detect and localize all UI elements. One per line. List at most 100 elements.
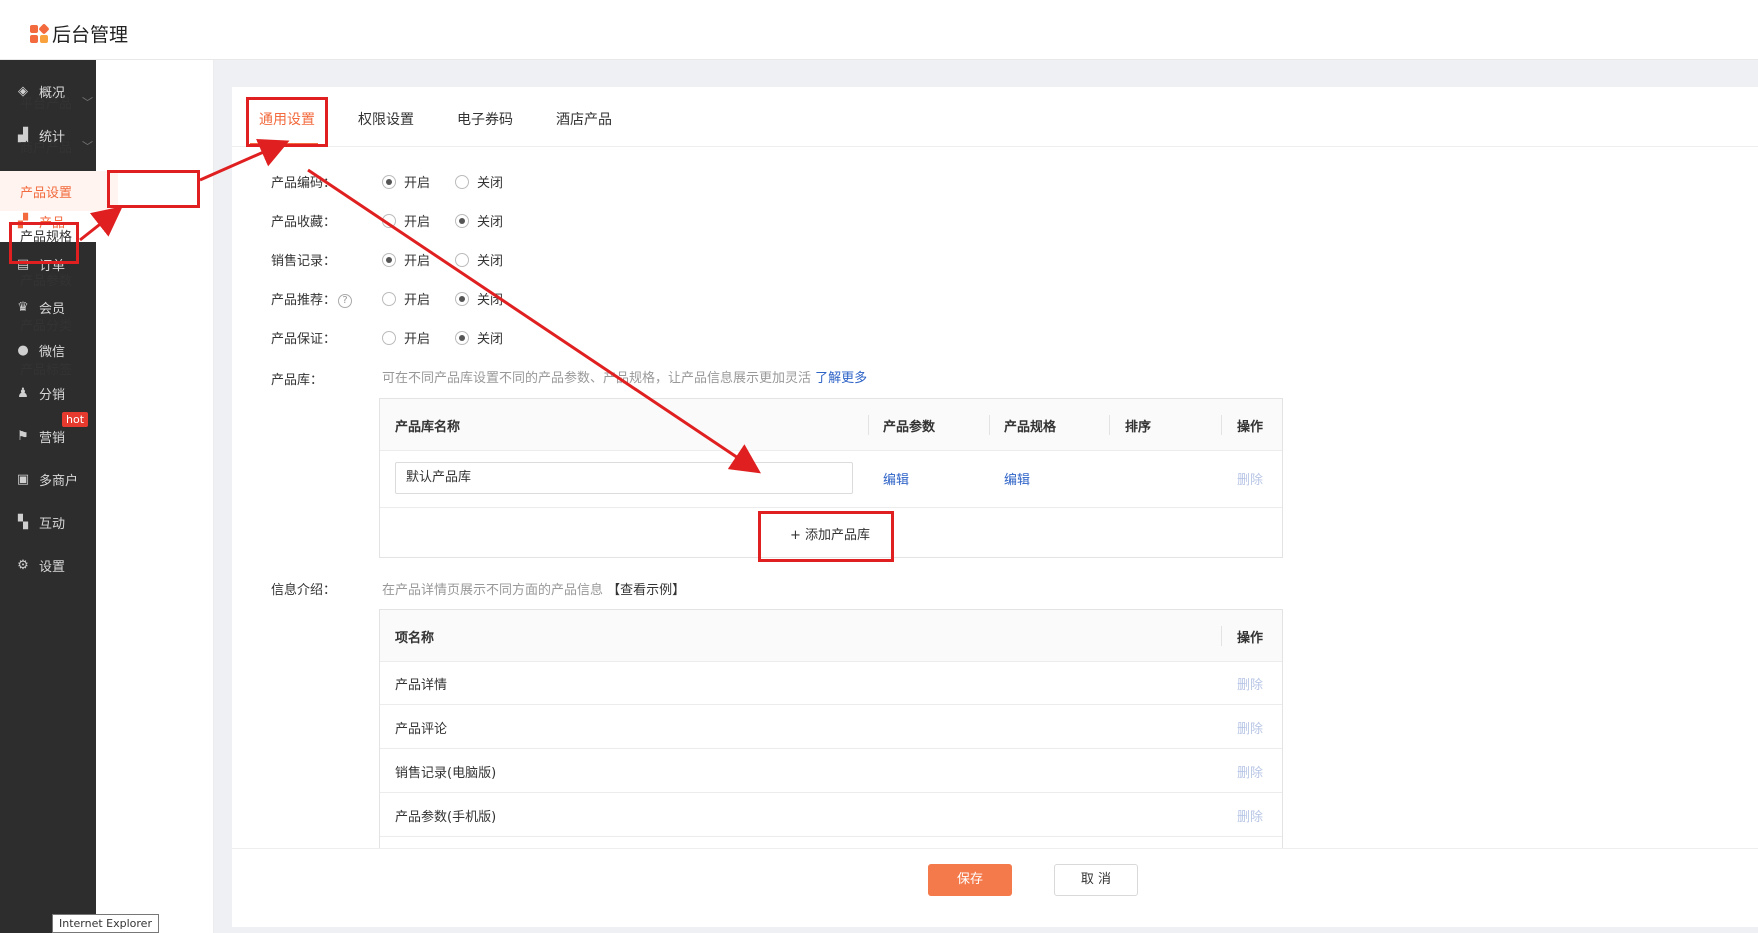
view-example-link[interactable]: 【查看示例】 [607, 583, 685, 598]
col-item-name: 项名称 [395, 631, 435, 646]
sidebar-item-interaction[interactable]: ▚ 互动 [0, 501, 96, 543]
recommend-on-radio[interactable]: 开启 [382, 289, 430, 308]
top-header: 后台管理 [0, 0, 1758, 60]
annotation-box-product-nav [9, 222, 79, 264]
guarantee-off-radio[interactable]: 关闭 [455, 328, 503, 347]
radio-label: 开启 [404, 176, 431, 191]
column-divider [868, 415, 869, 435]
sidebar-item-settings[interactable]: ⚙ 设置 [0, 544, 96, 586]
col-actions: 操作 [1237, 631, 1264, 646]
column-divider [1109, 415, 1110, 435]
subnav-product-categories[interactable]: 产品分类 [0, 304, 118, 344]
delete-info-link[interactable]: 删除 [1237, 674, 1263, 693]
apps-icon: ▚ [18, 514, 28, 530]
delete-info-link[interactable]: 删除 [1237, 806, 1263, 825]
help-icon[interactable]: ? [338, 293, 353, 308]
subnav-label: 产品设置 [20, 185, 73, 201]
subnav-label: 产品分类 [20, 318, 73, 334]
sales-off-radio[interactable]: 关闭 [455, 250, 503, 269]
logo-icon [30, 22, 50, 43]
row-divider [380, 836, 1282, 837]
learn-more-link[interactable]: 了解更多 [815, 371, 867, 386]
annotation-box-add-library [758, 511, 894, 562]
subnav-product-params[interactable]: 产品参数 [0, 259, 118, 299]
library-label: 产品库： [271, 373, 324, 388]
radio-label: 关闭 [477, 176, 504, 191]
col-actions: 操作 [1237, 420, 1264, 435]
library-hint: 可在不同产品库设置不同的产品参数、产品规格，让产品信息展示更加灵活 了解更多 [382, 367, 867, 386]
subnav-merchant-products[interactable]: 商户产品 ﹀ [0, 126, 118, 166]
users-icon: ♟ [17, 385, 29, 401]
col-specs: 产品规格 [1004, 420, 1057, 435]
radio-label: 开启 [404, 254, 431, 269]
radio-label: 关闭 [477, 215, 504, 230]
subnav-product-tags[interactable]: 产品标签 [0, 348, 118, 388]
label-text: 产品推荐： [271, 293, 337, 308]
setting-label-code: 产品编码： [271, 176, 337, 191]
row-divider [380, 792, 1282, 793]
info-row-name: 产品参数(手机版) [395, 810, 497, 825]
subnav-label: 平台产品 [20, 96, 73, 112]
radio-label: 关闭 [477, 332, 504, 347]
hot-badge: hot [62, 412, 89, 427]
subnav-label: 商户产品 [20, 140, 73, 156]
sidebar-item-label: 互动 [39, 516, 66, 532]
cancel-button[interactable]: 取 消 [1054, 864, 1138, 896]
sales-on-radio[interactable]: 开启 [382, 250, 430, 269]
info-row-name: 产品评论 [395, 722, 448, 737]
sidebar-item-label: 多商户 [39, 473, 79, 489]
col-library-name: 产品库名称 [395, 420, 461, 435]
annotation-box-general-tab [246, 97, 328, 147]
library-name-input[interactable]: 默认产品库 [395, 462, 853, 494]
edit-specs-link[interactable]: 编辑 [1004, 469, 1030, 488]
radio-label: 开启 [404, 215, 431, 230]
favorite-on-radio[interactable]: 开启 [382, 211, 430, 230]
delete-info-link[interactable]: 删除 [1237, 762, 1263, 781]
app-logo[interactable]: 后台管理 [30, 20, 128, 47]
radio-label: 开启 [404, 332, 431, 347]
code-on-radio[interactable]: 开启 [382, 172, 430, 191]
info-row-name: 产品详情 [395, 678, 448, 693]
code-off-radio[interactable]: 关闭 [455, 172, 503, 191]
tab-permission-settings[interactable]: 权限设置 [358, 109, 414, 129]
sidebar-item-label: 设置 [39, 559, 66, 575]
subnav-label: 产品参数 [20, 273, 73, 289]
chevron-down-icon: ﹀ [82, 140, 94, 153]
hint-text: 在产品详情页展示不同方面的产品信息 [382, 583, 604, 598]
row-divider [380, 748, 1282, 749]
info-table: 项名称 操作 产品详情 删除 产品评论 删除 销售记录(电脑版) 删除 产品参数… [379, 609, 1283, 849]
subnav-label: 产品标签 [20, 362, 73, 378]
column-divider [1221, 415, 1222, 435]
guarantee-on-radio[interactable]: 开启 [382, 328, 430, 347]
setting-label-sales: 销售记录： [271, 254, 337, 269]
delete-info-link[interactable]: 删除 [1237, 718, 1263, 737]
save-button[interactable]: 保存 [928, 864, 1012, 896]
subnav-platform-products[interactable]: 平台产品 ﹀ [0, 82, 118, 122]
info-hint: 在产品详情页展示不同方面的产品信息 【查看示例】 [382, 579, 685, 598]
row-divider [380, 704, 1282, 705]
edit-params-link[interactable]: 编辑 [883, 469, 909, 488]
annotation-box-product-settings [107, 170, 200, 208]
col-params: 产品参数 [883, 420, 936, 435]
browser-tooltip: Internet Explorer [52, 914, 159, 933]
delete-library-link[interactable]: 删除 [1237, 469, 1263, 488]
row-divider [380, 507, 1282, 508]
gear-icon: ⚙ [17, 557, 29, 573]
radio-label: 关闭 [477, 293, 504, 308]
recommend-off-radio[interactable]: 关闭 [455, 289, 503, 308]
tab-e-vouchers[interactable]: 电子券码 [457, 109, 513, 129]
subnav-product-settings[interactable]: 产品设置 [0, 171, 118, 211]
column-divider [1221, 626, 1222, 646]
app-title: 后台管理 [52, 24, 129, 46]
col-sort: 排序 [1125, 420, 1152, 435]
setting-label-favorite: 产品收藏： [271, 215, 337, 230]
tab-hotel-products[interactable]: 酒店产品 [556, 109, 612, 129]
radio-label: 开启 [404, 293, 431, 308]
table-header: 产品库名称 产品参数 产品规格 排序 操作 [380, 399, 1282, 451]
setting-label-guarantee: 产品保证： [271, 332, 337, 347]
sidebar-item-multi-merchant[interactable]: ▣ 多商户 [0, 458, 96, 500]
chevron-down-icon: ﹀ [82, 96, 94, 109]
hint-text: 可在不同产品库设置不同的产品参数、产品规格，让产品信息展示更加灵活 [382, 371, 812, 386]
sidebar-item-label: 营销 [39, 430, 66, 446]
favorite-off-radio[interactable]: 关闭 [455, 211, 503, 230]
